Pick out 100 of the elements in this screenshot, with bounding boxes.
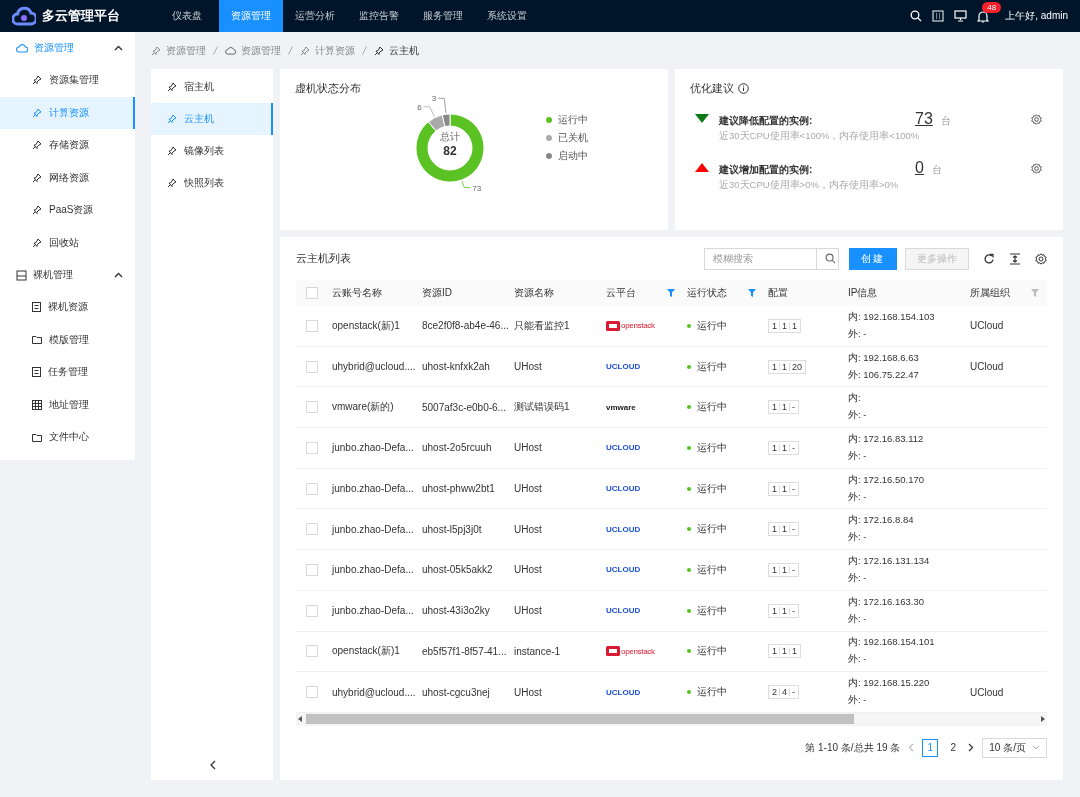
nav-tab[interactable]: 监控告警 — [347, 0, 411, 32]
status-dot — [687, 405, 691, 410]
status-text: 运行中 — [697, 685, 727, 700]
sidebar-item[interactable]: 裸机资源 — [0, 291, 135, 324]
ip-text: 内: 192.168.154.101 — [848, 636, 935, 650]
pin-icon — [167, 146, 177, 156]
filter-icon[interactable] — [1031, 289, 1039, 297]
pin-icon — [32, 205, 42, 216]
instance-count-link[interactable]: 73 — [915, 110, 933, 128]
bell-icon[interactable] — [977, 9, 990, 23]
filter-icon[interactable] — [748, 289, 756, 297]
sidebar-item[interactable]: 任务管理 — [0, 356, 135, 389]
row-checkbox[interactable] — [306, 441, 318, 454]
suggestion-note: 近30天CPU使用率<100%，内存使用率<100% — [719, 130, 921, 143]
monitor-icon[interactable] — [954, 10, 968, 22]
table-cell: UCloud — [970, 320, 1004, 332]
page-size-select[interactable]: 10 条/页 — [982, 737, 1047, 758]
pin-icon — [151, 45, 161, 56]
select-all-checkbox[interactable] — [306, 287, 318, 299]
filter-icon[interactable] — [667, 289, 675, 297]
row-checkbox[interactable] — [306, 523, 318, 536]
grid-box-icon[interactable] — [932, 10, 945, 22]
nav-tab[interactable]: 仪表盘 — [155, 0, 219, 32]
breadcrumb-separator-icon — [362, 46, 367, 55]
table-cell: UCloud — [970, 686, 1004, 698]
data-label: 73 — [461, 180, 482, 193]
row-checkbox[interactable] — [306, 482, 318, 495]
table-cell-text: uhost-l5pj3j0t — [421, 523, 483, 535]
status-text: 运行中 — [697, 603, 727, 618]
table-cell-text: uhybrid@ucloud.... — [331, 686, 417, 698]
row-checkbox[interactable] — [306, 319, 318, 332]
table-cell-text: uhost-2o5rcuuh — [421, 442, 493, 454]
status-dot — [687, 486, 691, 491]
status-text: 运行中 — [697, 440, 727, 455]
config-tag: 1 1 1 — [768, 644, 802, 659]
info-icon[interactable] — [738, 83, 749, 94]
sidebar-item[interactable]: PaaS资源 — [0, 194, 135, 227]
sub-nav-item[interactable]: 宿主机 — [151, 71, 273, 103]
platform-logo: UCLOUD — [606, 524, 641, 534]
sidebar-group[interactable]: 裸机管理 — [0, 259, 135, 291]
row-height-icon[interactable] — [1009, 252, 1021, 265]
column-header: IP信息 — [848, 286, 878, 300]
table-cell-text: eb5f57f1-8f57-41... — [421, 645, 508, 657]
table-cell-text: uhybrid@ucloud.... — [331, 361, 417, 373]
row-checkbox[interactable] — [306, 360, 318, 373]
sidebar-item[interactable]: 回收站 — [0, 226, 135, 259]
legend-label: 已关机 — [558, 131, 588, 145]
config-tag: 1 1 - — [768, 522, 800, 537]
data-label: 73 — [472, 183, 482, 193]
sidebar-item[interactable]: 网络资源 — [0, 161, 135, 194]
card-title: 优化建议 — [690, 81, 734, 96]
breadcrumb-link[interactable]: 云主机 — [389, 43, 419, 58]
platform-logo: UCLOUD — [606, 362, 641, 372]
column-header: 所属组织 — [970, 286, 1010, 300]
sub-nav-item[interactable]: 快照列表 — [151, 167, 273, 199]
collapse-icon[interactable] — [208, 760, 216, 770]
instance-count-link[interactable]: 0 — [915, 159, 924, 177]
sidebar-item[interactable]: 模版管理 — [0, 323, 135, 356]
platform-logo: UCLOUD — [606, 443, 641, 453]
status-text: 运行中 — [697, 318, 727, 333]
status-dot — [687, 567, 691, 572]
sidebar-item[interactable]: 文件中心 — [0, 421, 135, 454]
sidebar-item[interactable]: 资源集管理 — [0, 64, 135, 97]
nav-tab[interactable]: 服务管理 — [411, 0, 475, 32]
nav-tab[interactable]: 运营分析 — [283, 0, 347, 32]
row-checkbox[interactable] — [306, 401, 318, 414]
page-button[interactable]: 2 — [946, 739, 961, 756]
platform-logo: UCLOUD — [606, 484, 641, 494]
column-header: 云账号名称 — [332, 286, 382, 300]
table-cell-text: uhost-phww2bt1 — [421, 483, 496, 495]
nav-tab[interactable]: 系统设置 — [475, 0, 539, 32]
table-cell-text: junbo.zhao-Defa... — [330, 523, 415, 535]
settings-icon[interactable] — [1031, 163, 1042, 174]
data-label: 6 — [417, 102, 423, 112]
user-greeting[interactable]: 上午好, admin — [1005, 9, 1068, 23]
prev-page-icon[interactable] — [908, 743, 915, 753]
row-checkbox[interactable] — [306, 604, 318, 617]
row-checkbox[interactable] — [306, 686, 318, 699]
status-text: 运行中 — [697, 400, 727, 415]
config-tag: 1 1 - — [768, 400, 800, 415]
settings-icon[interactable] — [1035, 252, 1047, 265]
search-icon[interactable] — [910, 10, 923, 22]
row-checkbox[interactable] — [306, 563, 318, 576]
settings-icon[interactable] — [1031, 114, 1042, 125]
sub-nav-item[interactable]: 镜像列表 — [151, 135, 273, 167]
ip-text: 内: 172.16.163.30 — [848, 595, 925, 609]
refresh-icon[interactable] — [983, 252, 995, 265]
search-button[interactable] — [817, 247, 839, 270]
down-triangle-icon — [695, 114, 709, 123]
table-cell-text: UHost — [513, 361, 543, 373]
sidebar-item[interactable]: 存储资源 — [0, 129, 135, 162]
suggestion-note: 近30天CPU使用率>0%，内存使用率>0% — [719, 179, 900, 192]
table-cell-text: openstack(新)1 — [331, 318, 401, 333]
search-field[interactable]: 模糊搜索 — [704, 247, 817, 270]
next-page-icon[interactable] — [968, 743, 975, 753]
platform-logo: openstack — [606, 646, 655, 657]
legend-label: 启动中 — [558, 149, 588, 163]
sidebar-item[interactable]: 地址管理 — [0, 388, 135, 421]
row-checkbox[interactable] — [306, 645, 318, 658]
ip-text: 内: — [848, 392, 861, 406]
